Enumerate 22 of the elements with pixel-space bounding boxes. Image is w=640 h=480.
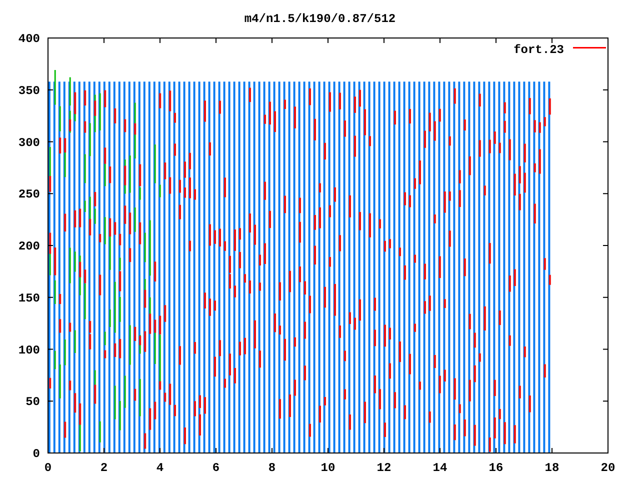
y-tick-label: 200 bbox=[18, 240, 40, 254]
x-tick-label: 4 bbox=[156, 461, 164, 475]
x-tick-label: 20 bbox=[600, 461, 616, 475]
x-tick-label: 12 bbox=[376, 461, 392, 475]
chart-title: m4/n1.5/k190/0.87/512 bbox=[244, 12, 396, 26]
x-tick-label: 10 bbox=[320, 461, 336, 475]
y-tick-label: 50 bbox=[26, 395, 40, 410]
x-tick-label: 14 bbox=[432, 461, 448, 475]
x-tick-label: 6 bbox=[212, 461, 220, 475]
y-tick-label: 0 bbox=[32, 447, 40, 461]
y-tick-label: 250 bbox=[18, 188, 40, 202]
y-tick-label: 350 bbox=[18, 84, 40, 98]
x-tick-label: 18 bbox=[544, 461, 560, 475]
x-tick-label: 8 bbox=[268, 461, 276, 475]
y-tick-label: 150 bbox=[18, 291, 40, 306]
y-tick-label: 400 bbox=[18, 32, 40, 46]
y-tick-label: 300 bbox=[18, 136, 40, 150]
x-tick-label: 2 bbox=[100, 461, 108, 475]
x-tick-label: 0 bbox=[44, 461, 52, 475]
y-tick-label: 100 bbox=[18, 343, 40, 358]
x-tick-label: 16 bbox=[488, 461, 504, 475]
legend-label: fort.23 bbox=[514, 43, 564, 57]
